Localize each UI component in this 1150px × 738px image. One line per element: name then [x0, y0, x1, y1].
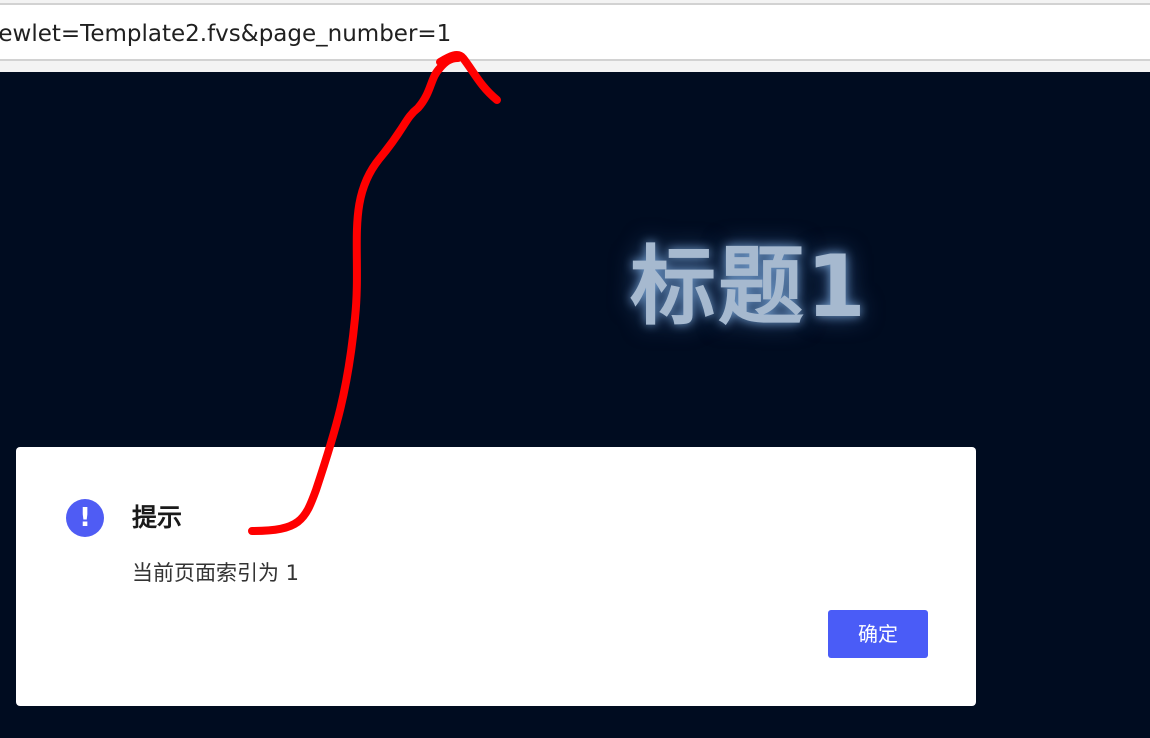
dialog-message: 当前页面索引为 1 — [132, 561, 300, 585]
dialog-title: 提示 — [132, 503, 183, 532]
dashboard-title: 标题1 — [630, 237, 868, 337]
alert-dialog: ! 提示 当前页面索引为 1 确定 — [16, 447, 976, 706]
confirm-button[interactable]: 确定 — [828, 610, 928, 658]
viewport: iewlet=Template2.fvs&page_number=1 标题1 !… — [0, 0, 1150, 738]
exclamation-circle-icon: ! — [66, 499, 104, 537]
url-text[interactable]: iewlet=Template2.fvs&page_number=1 — [0, 19, 451, 49]
browser-toolbar: iewlet=Template2.fvs&page_number=1 — [0, 0, 1150, 72]
address-bar[interactable]: iewlet=Template2.fvs&page_number=1 — [0, 3, 1150, 61]
